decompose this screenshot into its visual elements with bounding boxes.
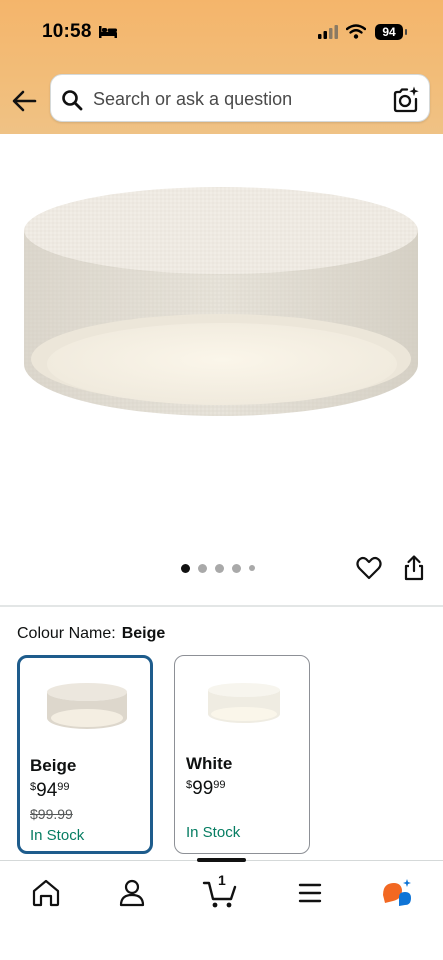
swatch-name: White [186,754,233,773]
cart-count: 1 [218,872,226,888]
share-icon [404,555,424,581]
bottom-nav: 1 [0,860,443,960]
battery-icon: 94 [375,24,403,40]
back-button[interactable] [8,84,42,118]
header: 10:58 94 [0,0,443,134]
colour-name-label: Colour Name: Beige [17,625,165,643]
price-currency: $ [30,781,37,793]
swatch-thumbnail [47,683,127,729]
swatch-price: $9999 [186,778,226,800]
signal-icon [318,25,338,39]
battery-tip [405,29,407,35]
status-time: 10:58 [42,21,92,42]
availability: In Stock [186,824,241,841]
nav-cart[interactable]: 1 [201,872,241,911]
account-icon [119,879,145,907]
nav-account[interactable] [112,875,152,911]
home-icon [32,879,60,907]
price-whole: 94 [36,780,58,801]
arrow-left-icon [12,90,37,112]
price-whole: 99 [192,778,214,799]
search-icon [62,90,83,111]
nav-menu[interactable] [290,875,330,911]
selected-colour: Beige [121,625,166,642]
status-bar: 10:58 94 [0,0,443,64]
rufus-icon [383,879,411,906]
list-price: $99.99 [30,806,73,822]
colour-label-text: Colour Name: [17,625,116,642]
swatch-white[interactable]: White $9999 In Stock [174,655,310,854]
heart-icon [356,556,382,580]
swatch-thumbnail [208,683,280,723]
image-carousel-dots[interactable] [181,563,255,573]
swatch-price: $9499 [30,780,70,802]
carousel-dot[interactable] [232,563,241,573]
product-image[interactable] [0,134,443,554]
carousel-dot[interactable] [181,563,190,573]
camera-button[interactable] [391,85,421,115]
menu-icon [298,883,322,903]
price-currency: $ [186,779,193,791]
swatch-beige[interactable]: Beige $9499 $99.99 In Stock [17,655,153,854]
bed-icon [99,26,117,38]
section-divider [0,605,443,607]
availability: In Stock [30,827,85,844]
nav-home[interactable] [26,875,66,911]
carousel-dot[interactable] [215,563,224,573]
wishlist-button[interactable] [355,554,383,582]
search-bar[interactable] [50,74,430,122]
carousel-dot[interactable] [198,563,207,573]
price-fraction: 99 [213,779,226,791]
swatch-name: Beige [30,756,77,775]
share-button[interactable] [401,554,427,582]
carousel-dot[interactable] [249,565,255,571]
camera-sparkle-icon [393,86,419,113]
search-input[interactable] [91,83,385,115]
nav-rufus[interactable] [377,875,417,911]
home-indicator [197,858,246,862]
price-fraction: 99 [57,781,70,793]
wifi-icon [346,24,366,39]
